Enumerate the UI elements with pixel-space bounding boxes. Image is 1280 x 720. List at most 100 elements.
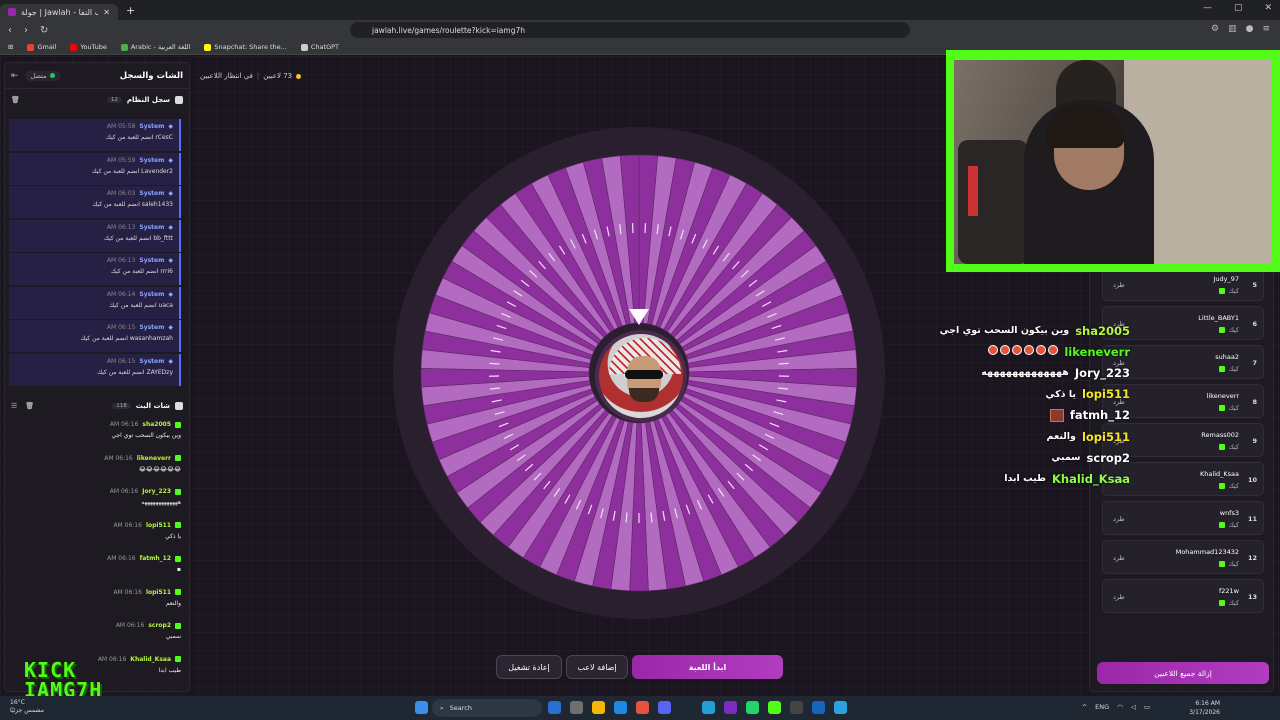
bookmark-arabic[interactable]: Arabic - اللغة العربية [120,43,190,51]
trash-icon[interactable]: 🗑 [11,96,20,104]
taskbar-app-icon[interactable] [680,701,693,714]
new-tab-button[interactable]: + [126,4,135,17]
player-row: 11 wnfs3 كيك طرد [1102,501,1264,535]
minimize-icon[interactable]: — [1203,3,1212,13]
player-source-label: كيك [1228,443,1239,451]
tray-chevron-icon[interactable]: ^ [1082,703,1087,711]
language-indicator[interactable]: ENG [1095,703,1109,711]
close-tab-icon[interactable]: ✕ [103,8,110,17]
system-message: ◆ System AM 06:03 saleh1433 انضم للعبة من ك… [9,186,181,218]
taskbar-app-icon[interactable] [614,701,627,714]
forward-icon[interactable]: › [24,25,28,36]
restart-button[interactable]: إعادة تشغيل [496,655,562,679]
message-author: sha2005 [142,421,171,428]
message-body: rCesC انضم للعبة من كيك [105,134,173,141]
bookmark-chatgpt[interactable]: ChatGPT [300,43,339,51]
player-number: 5 [1252,281,1257,289]
laugh-emoji-icon [1036,345,1047,356]
url-field[interactable]: jawlah.live/games/roulette?kick=iamg7h [350,22,910,38]
laugh-emoji-icon [1048,345,1059,356]
message-time: AM 06:14 [106,290,136,298]
clock[interactable]: 6:16 AM 3/17/2026 [1189,699,1220,717]
taskbar-app-icon[interactable] [746,701,759,714]
kick-player-button[interactable]: طرد [1113,593,1125,601]
trash-icon[interactable]: 🗑 [25,402,34,410]
overlay-text: وين بيكون السحب توي اجي [939,325,1070,337]
sidebar-icon[interactable]: ▥ [1228,24,1237,34]
message-author: System [139,223,165,231]
player-source-label: كيك [1228,482,1239,490]
message-time: AM 06:15 [106,324,136,331]
weather-widget[interactable]: 16°C مشمس جزئيًا [10,699,44,715]
back-icon[interactable]: ‹ [8,25,12,36]
menu-icon[interactable]: ≡ [1262,24,1270,34]
chat-message: Jory_223 AM 06:16 هههههههههههههه [5,486,189,520]
url-text: jawlah.live/games/roulette?kick=iamg7h [372,25,525,35]
message-author: lopi511 [145,588,171,596]
reload-icon[interactable]: ↻ [40,25,48,36]
player-source: كيك [1219,560,1239,568]
kick-player-button[interactable]: طرد [1113,281,1125,289]
message-time: AM 06:16 [104,454,133,462]
webcam-overlay [946,50,1280,272]
volume-icon[interactable]: ◁ [1131,703,1136,711]
bookmark-gmail[interactable]: Gmail [27,43,56,51]
taskbar-app-icon[interactable] [548,701,561,714]
taskbar-app-icon[interactable] [812,701,825,714]
add-player-button[interactable]: إضافة لاعب [566,655,628,679]
weather-desc: مشمس جزئيًا [10,707,44,714]
overlay-username: Jory_223 [1074,365,1130,380]
player-number: 10 [1247,476,1257,484]
close-window-icon[interactable]: ✕ [1264,3,1272,13]
wifi-icon[interactable]: ◠ [1117,703,1123,711]
filter-icon[interactable]: ☰ [11,402,17,410]
emote-image-icon [1049,408,1064,422]
message-time: AM 06:16 [113,588,142,596]
player-number: 8 [1252,398,1257,406]
taskbar-app-icon[interactable] [658,701,671,714]
taskbar-app-icon[interactable] [790,701,803,714]
browser-tab[interactable]: جولة | Jawlah - منصة الألعاب التفا... ✕ [0,4,118,20]
message-body: uaca انضم للعبة من كيك [109,301,173,309]
bookmark-snapchat[interactable]: Snapchat: Share the... [204,43,287,51]
windows-taskbar: 16°C مشمس جزئيًا ⌕ Search ^ ENG ◠ ◁ ▭ 6:… [0,696,1280,720]
taskbar-app-icon[interactable] [570,701,583,714]
battery-icon[interactable]: ▭ [1144,703,1150,711]
apps-icon[interactable]: ⊞ [8,43,13,51]
shield-icon: ◆ [168,290,173,298]
shield-icon: ◆ [168,257,173,264]
overlay-message: fatmh_12 [930,405,1130,426]
extension-icon[interactable]: ⚙ [1211,24,1219,34]
emoji-row [986,345,1059,358]
system-message: ◆ System AM 06:14 uaca انضم للعبة من كيك [9,286,181,319]
overlay-text: يا ذكي [1045,388,1076,400]
overlay-text: طيب ابدا [1004,473,1046,485]
taskbar-app-icon[interactable] [768,701,781,714]
chat-panel-title: الشات والسجل [119,70,183,81]
taskbar-app-icon[interactable] [592,701,605,714]
message-header: ◆ System AM 06:15 [15,358,173,365]
favicon-icon [8,8,16,16]
taskbar-app-icon[interactable] [724,701,737,714]
profile-icon[interactable]: ● [1246,24,1254,34]
bookmark-youtube[interactable]: YouTube [70,43,107,51]
kick-player-button[interactable]: طرد [1113,515,1125,523]
player-number: 12 [1247,554,1257,562]
taskbar-app-icon[interactable] [636,701,649,714]
system-message: ◆ System AM 06:15 wasanhamzah انضم للعبة من… [9,320,181,352]
player-number: 7 [1252,359,1257,367]
collapse-panel-icon[interactable]: ⇤ [11,71,19,81]
youtube-icon [70,43,78,51]
maximize-icon[interactable]: ▢ [1234,3,1243,13]
start-icon[interactable] [415,701,428,714]
kick-player-button[interactable]: طرد [1113,554,1125,562]
overlay-message: lopi511 والنعم [930,426,1130,447]
taskbar-app-icon[interactable] [702,701,715,714]
chat-message: fatmh_12 AM 06:16 ▪ [5,553,189,587]
message-author: Khalid_Ksaa [130,655,171,663]
chat-panel-header: الشات والسجل متصل ⇤ [5,63,189,89]
taskbar-search[interactable]: ⌕ Search [432,699,542,717]
start-game-button[interactable]: ابدأ اللعبة [632,655,783,679]
remove-all-players-button[interactable]: إزالة جميع اللاعبين [1097,662,1269,684]
taskbar-app-icon[interactable] [834,701,847,714]
